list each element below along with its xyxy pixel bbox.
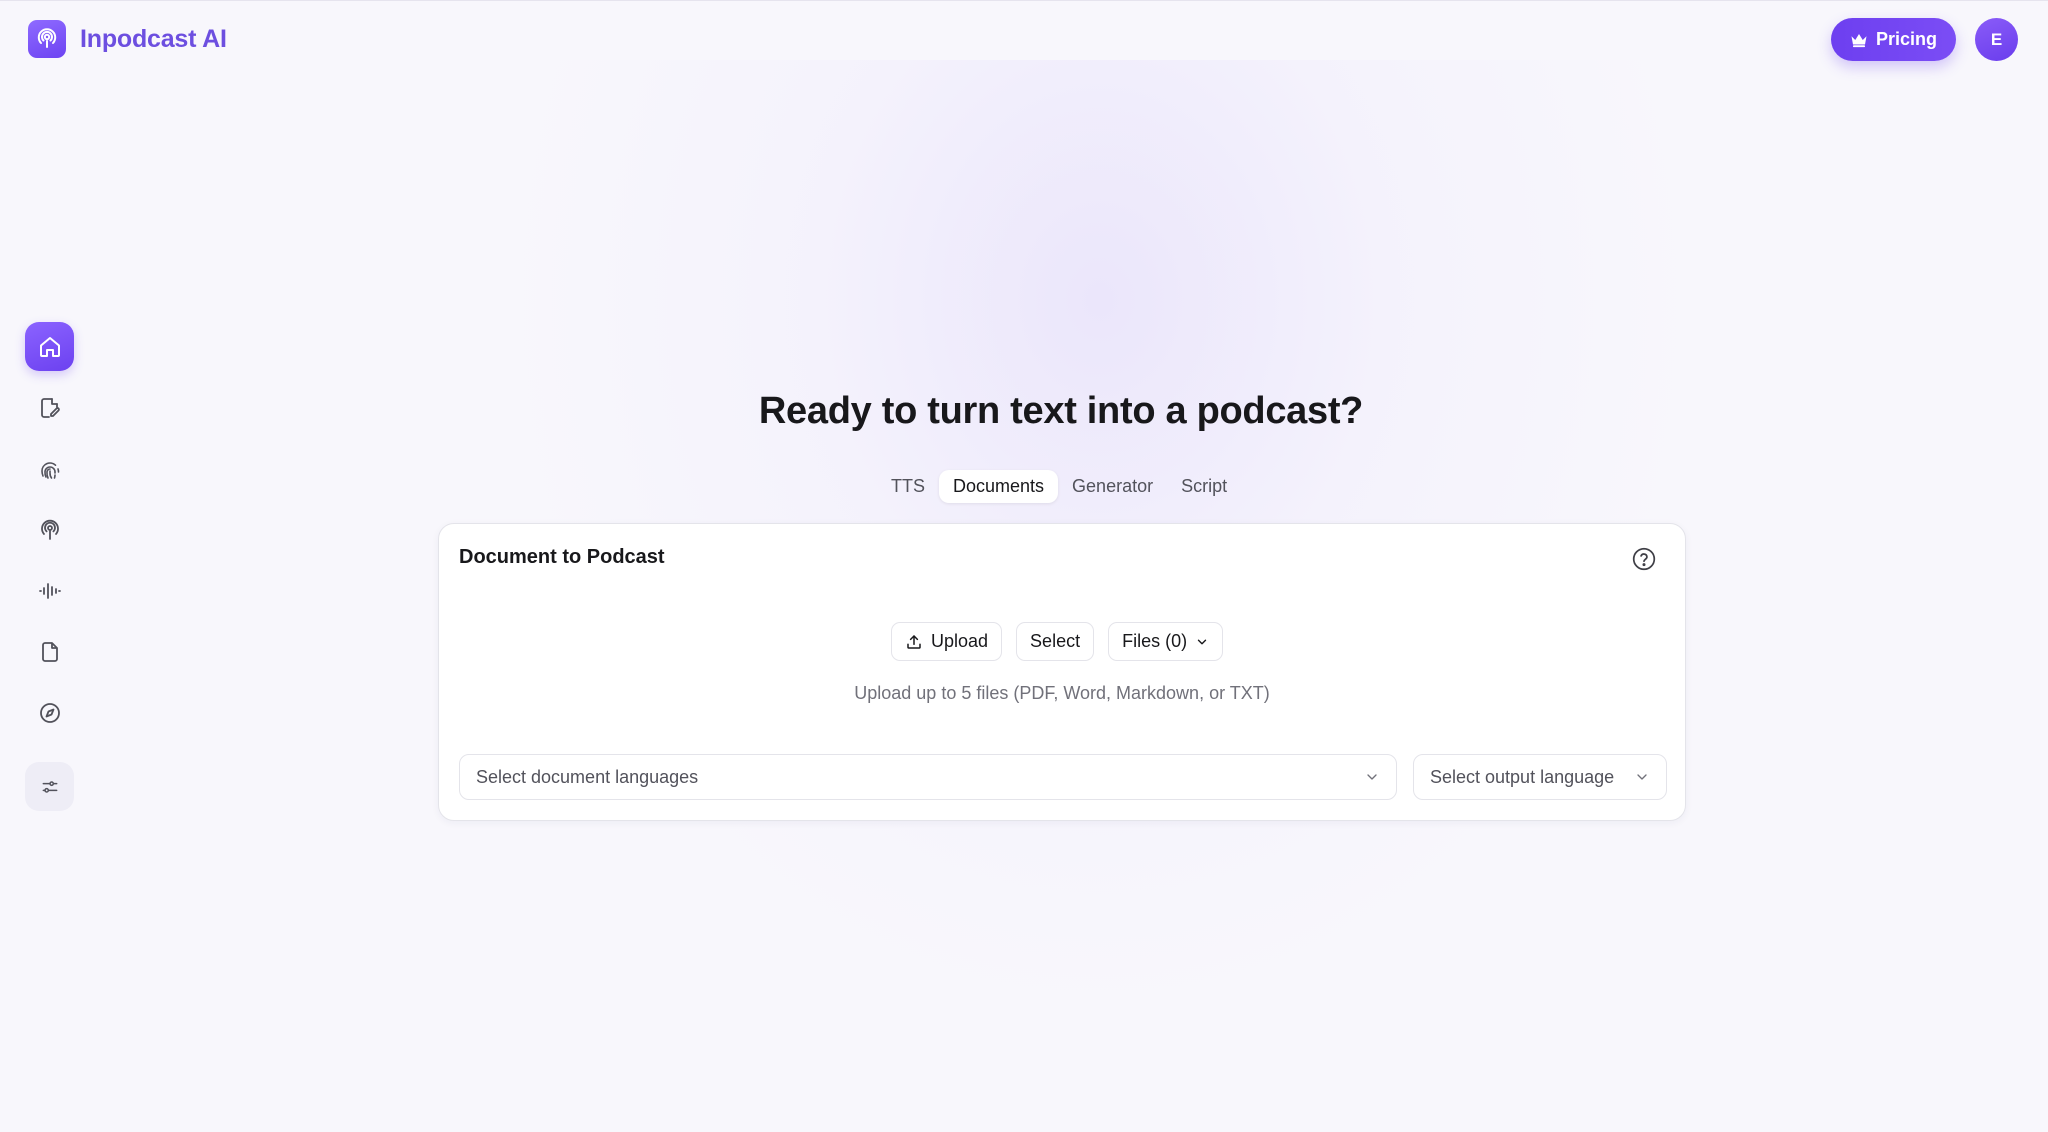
- file-actions: Upload Select Files (0): [891, 622, 1224, 661]
- sidebar-item-documents[interactable]: [25, 627, 74, 676]
- upload-hint: Upload up to 5 files (PDF, Word, Markdow…: [854, 683, 1270, 703]
- sidebar-item-explore[interactable]: [25, 688, 74, 737]
- brand[interactable]: Inpodcast AI: [28, 20, 227, 58]
- sidebar-item-voice-clone[interactable]: [25, 444, 74, 493]
- fingerprint-icon: [40, 461, 59, 479]
- sidebar-item-settings[interactable]: [25, 762, 74, 811]
- podcast-icon: [40, 519, 59, 540]
- chevron-down-icon: [1367, 774, 1377, 780]
- home-icon: [39, 336, 60, 357]
- tab-script[interactable]: Script: [1167, 470, 1241, 503]
- upload-icon: [907, 634, 921, 649]
- output-language-select[interactable]: Select output language: [1413, 754, 1667, 800]
- sidebar-item-audio[interactable]: [25, 566, 74, 615]
- chevron-down-icon: [1197, 639, 1207, 644]
- sidebar-item-podcast[interactable]: [25, 505, 74, 554]
- help-circle-icon[interactable]: [1631, 546, 1657, 572]
- tab-generator[interactable]: Generator: [1058, 470, 1167, 503]
- sidebar-item-home[interactable]: [25, 322, 74, 371]
- brand-name: Inpodcast AI: [80, 24, 227, 53]
- output-language-placeholder: Select output language: [1430, 766, 1615, 787]
- mode-tabs: TTS Documents Generator Script: [877, 470, 1241, 503]
- tab-documents[interactable]: Documents: [939, 470, 1059, 503]
- avatar-initial: E: [1990, 29, 2003, 49]
- upload-label: Upload: [931, 631, 989, 651]
- podcast-logo-icon: [28, 20, 66, 58]
- audio-waveform-icon: [38, 582, 61, 599]
- crown-icon: [1851, 33, 1867, 47]
- document-to-podcast-card: Document to Podcast Upload Select Files …: [438, 523, 1686, 821]
- tab-tts[interactable]: TTS: [877, 470, 939, 503]
- sliders-icon: [42, 780, 57, 793]
- card-title: Document to Podcast: [459, 546, 665, 568]
- files-dropdown[interactable]: Files (0): [1108, 622, 1224, 661]
- document-languages-placeholder: Select document languages: [476, 766, 699, 787]
- user-avatar[interactable]: E: [1975, 18, 2018, 61]
- upload-button[interactable]: Upload: [891, 622, 1003, 661]
- select-label: Select: [1030, 631, 1081, 651]
- compass-icon: [39, 702, 60, 723]
- chevron-down-icon: [1637, 774, 1647, 780]
- pricing-label: Pricing: [1875, 29, 1937, 49]
- page-headline: Ready to turn text into a podcast?: [758, 390, 1364, 432]
- select-button[interactable]: Select: [1016, 622, 1095, 661]
- pricing-button[interactable]: Pricing: [1831, 18, 1956, 61]
- files-label: Files (0): [1122, 631, 1188, 651]
- document-languages-select[interactable]: Select document languages: [459, 754, 1397, 800]
- file-icon: [41, 641, 58, 662]
- top-border: [0, 0, 2048, 1]
